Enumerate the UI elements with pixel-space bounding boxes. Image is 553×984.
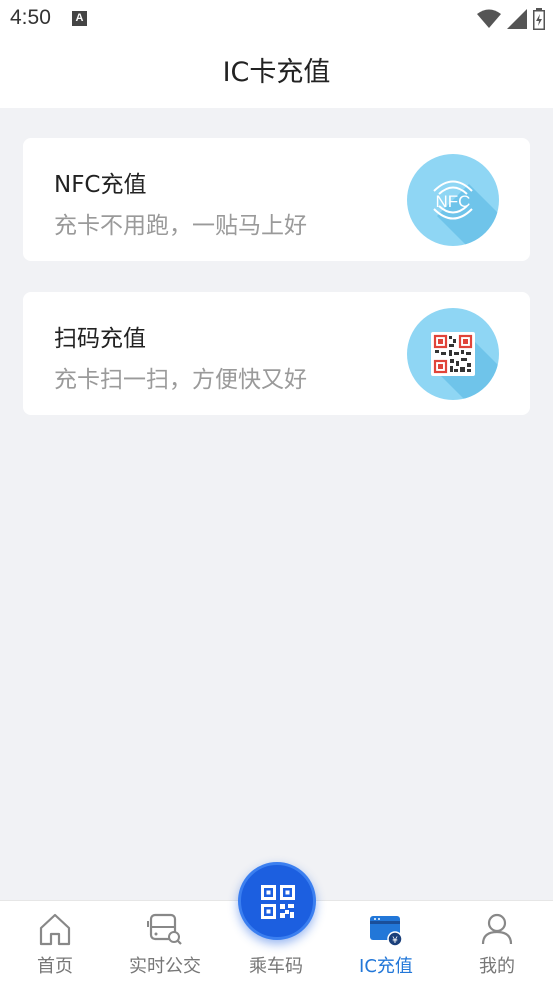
nav-label: 乘车码 [249,956,303,977]
nav-label: 我的 [479,956,515,977]
nfc-recharge-card[interactable]: NFC充值 充卡不用跑，一贴马上好 NFC [23,138,530,261]
notification-icon: A [72,11,87,26]
card-subtitle: 充卡扫一扫，方便快又好 [54,367,307,393]
page-title: IC卡充值 [0,38,553,108]
nav-item-home[interactable]: 首页 [0,901,110,984]
status-time: 4:50 [10,6,51,29]
signal-icon [507,9,527,29]
ride-code-button[interactable] [238,862,316,940]
status-icons [477,8,545,30]
scan-recharge-card[interactable]: 扫码充值 充卡扫一扫，方便快又好 [23,292,530,415]
card-title: NFC充值 [54,172,147,198]
home-icon [39,913,71,946]
nfc-icon: NFC [407,154,499,246]
wifi-icon [477,9,501,28]
nav-label: IC充值 [359,956,413,977]
nav-label: 实时公交 [129,956,201,977]
user-icon [481,913,513,945]
nav-item-mine[interactable]: 我的 [442,901,552,984]
qr-code-icon [407,308,499,400]
card-recharge-icon: ¥ [370,916,403,947]
card-subtitle: 充卡不用跑，一贴马上好 [54,213,307,239]
qr-code-icon [261,885,295,919]
nfc-badge-text: NFC [436,192,471,211]
status-bar: 4:50 A [0,0,553,38]
nav-item-realtime-bus[interactable]: 实时公交 [110,901,220,984]
battery-icon [533,8,545,30]
nav-label: 首页 [37,956,73,977]
svg-text:¥: ¥ [392,936,398,946]
bus-search-icon [147,913,182,945]
card-title: 扫码充值 [54,326,146,352]
nav-item-ic-recharge[interactable]: ¥ IC充值 [331,901,441,984]
